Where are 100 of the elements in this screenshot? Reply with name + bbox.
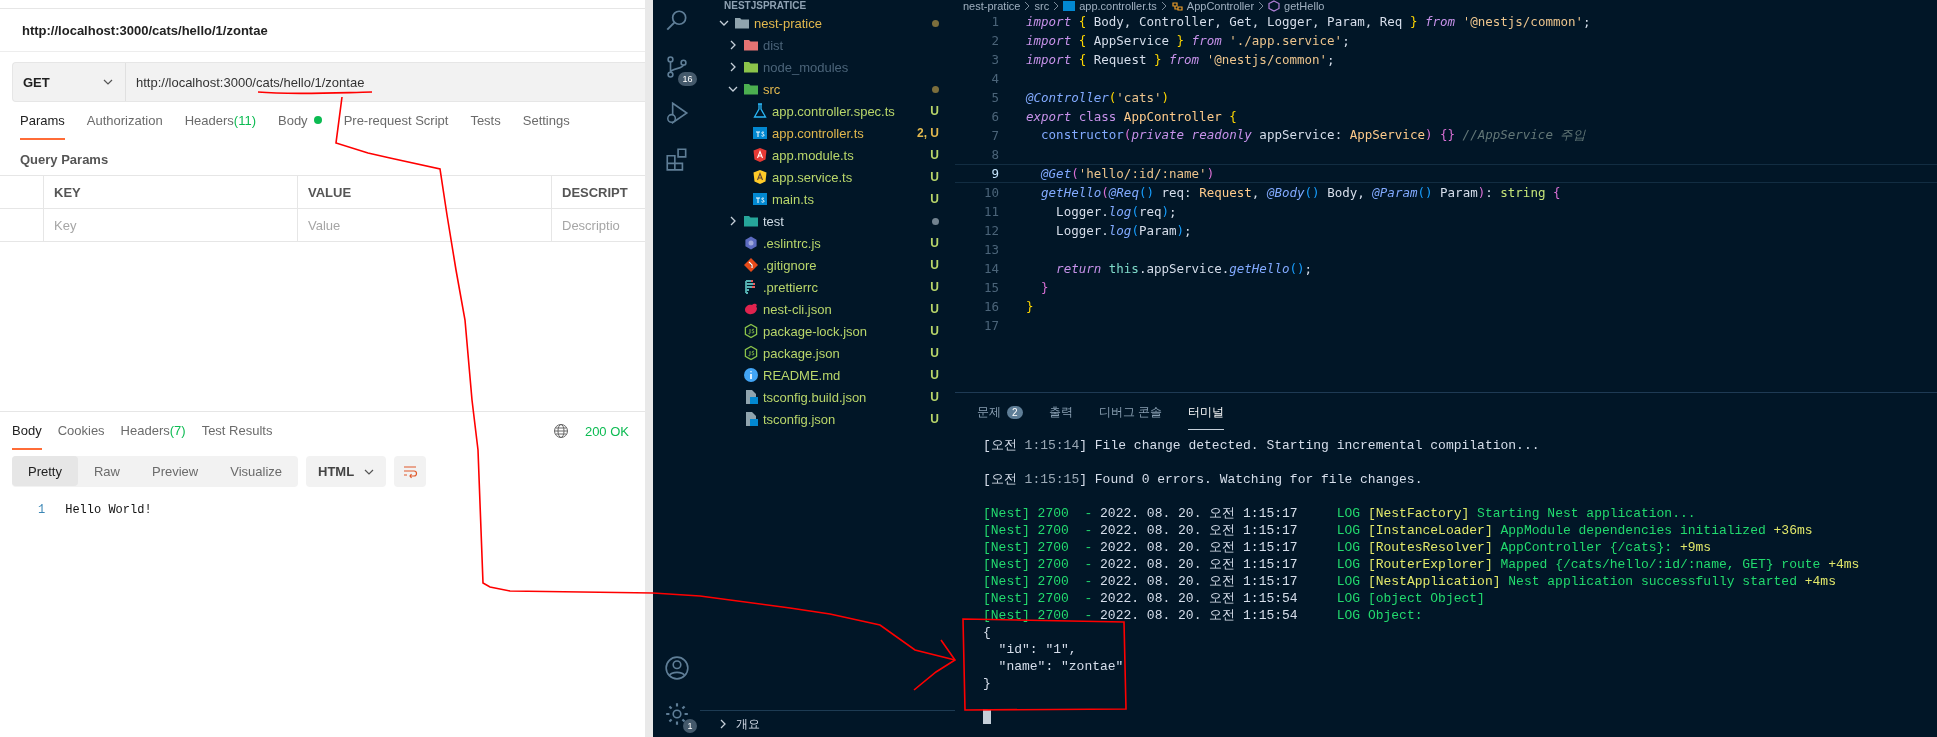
response-tab[interactable]: Headers(7) [120,412,186,450]
code-line: import { Request } from '@nestjs/common'; [1026,52,1335,67]
request-tab[interactable]: Pre-request Script [343,102,449,140]
breadcrumb-item[interactable]: src [1034,0,1050,12]
file-tree-item[interactable]: package.json [763,345,840,361]
git-status-label: U [930,148,939,162]
panel-tab[interactable]: 디버그 콘솔 [1098,396,1162,430]
chevron-icon[interactable] [728,216,738,226]
response-tab[interactable]: Body [12,412,42,450]
view-mode-tab[interactable]: Preview [136,456,215,486]
file-tree-item[interactable]: .prettierrc [763,279,818,295]
file-tree-item[interactable]: tsconfig.build.json [763,389,867,405]
file-tree-item[interactable]: src [763,81,781,97]
file-tree-item[interactable]: app.module.ts [772,147,854,163]
git-status-label: U [930,192,939,206]
file-tree-item[interactable]: app.controller.spec.ts [772,103,895,119]
flask-icon [752,103,768,119]
typescript-file-icon [752,191,768,207]
git-status-label: U [930,236,939,250]
git-status-label: U [930,280,939,294]
terminal-line: [Nest] 2700 - 2022. 08. 20. 오전 1:15:17 LOG [NestApplication] Nest application successfully started +4ms [983,574,1836,589]
account-icon[interactable] [663,655,690,681]
line-number: 9 [990,166,999,181]
line-number: 8 [990,147,999,162]
request-tab[interactable]: Tests [470,102,501,140]
terminal-line: [Nest] 2700 - 2022. 08. 20. 오전 1:15:17 LOG [RouterExplorer] Mapped {/cats/hello/:id/:name, GET} route +4ms [983,557,1860,572]
panel-tab[interactable]: 문제 2 [977,396,1023,430]
line-number: 5 [990,90,999,105]
file-tree-item[interactable]: tsconfig.json [763,411,836,427]
line-number: 6 [990,109,999,124]
code-line: import { AppService } from './app.service'; [1026,33,1350,48]
git-status-label: U [930,104,939,118]
code-line: Logger.log(Param); [1055,223,1192,238]
terminal-line: [오전 1:15:14] File change detected. Starting incremental compilation... [983,438,1540,453]
format-dropdown[interactable]: HTML [306,456,387,487]
request-tab[interactable]: Headers(11) [184,102,256,140]
terminal-line: [Nest] 2700 - 2022. 08. 20. 오전 1:15:17 LOG [NestFactory] Starting Nest application... [983,506,1696,521]
code-line: export class AppController { [1026,109,1237,124]
breadcrumb-item[interactable]: nest-pratice [963,0,1021,12]
shield-icon [752,169,768,185]
chevron-icon [1160,1,1167,11]
git-icon [743,257,759,273]
terminal-line: [Nest] 2700 - 2022. 08. 20. 오전 1:15:17 LOG [InstanceLoader] AppModule dependencies initialized +36ms [983,523,1813,538]
request-tab[interactable]: Params [20,102,65,140]
code-line: Logger.log(req); [1055,204,1177,219]
settings-icon[interactable] [663,701,690,727]
view-mode-tab[interactable]: Visualize [214,456,299,486]
file-tree-item[interactable]: .gitignore [763,257,817,273]
view-mode-tab[interactable]: Raw [77,456,136,486]
code-line: return this.appService.getHello(); [1055,261,1313,276]
chevron-icon[interactable] [728,40,738,50]
file-tree-item[interactable]: main.ts [772,191,814,207]
method-icon [1268,0,1281,12]
line-number: 14 [982,261,999,276]
panel-tab[interactable]: 출력 [1048,396,1073,430]
chevron-down-icon [364,468,375,475]
file-tree-item[interactable]: package-lock.json [763,323,868,339]
hexagon-icon [743,235,759,251]
terminal-line: [오전 1:15:15] Found 0 errors. Watching for file changes. [983,472,1423,487]
git-status-label: U [930,170,939,184]
chevron-icon [1024,1,1031,11]
response-tab[interactable]: Cookies [57,412,105,450]
view-mode-tab[interactable]: Pretty [12,456,78,486]
file-tree-item[interactable]: app.controller.ts [772,125,864,141]
globe-icon[interactable] [552,423,569,439]
folder-icon [734,15,750,31]
line-number: 17 [982,318,999,333]
request-tab[interactable]: Settings [522,102,570,140]
wrap-lines-icon [402,463,419,480]
hexagon-icon [743,345,759,361]
line-number: 4 [990,71,999,86]
file-tree-item[interactable]: app.service.ts [772,169,853,185]
line-number: 7 [990,128,999,143]
chevron-icon[interactable] [719,18,729,28]
file-icon [743,389,759,405]
folder-icon [743,81,759,97]
request-title: http://localhost:3000/cats/hello/1/zontae [0,9,645,52]
request-tab[interactable]: Authorization [86,102,163,140]
breadcrumb-item[interactable]: app.controller.ts [1079,0,1157,12]
request-tab[interactable]: Body [278,102,322,140]
file-tree-item[interactable]: nest-pratice [754,15,822,31]
explorer-title: NESTJSPRATICE [723,0,808,12]
file-tree-item[interactable]: nest-cli.json [763,301,832,317]
chevron-icon[interactable] [728,62,738,72]
breadcrumb-item[interactable]: getHello [1284,0,1325,12]
response-tab[interactable]: Test Results [201,412,273,450]
chevron-icon[interactable] [728,84,738,94]
breadcrumb-item[interactable]: AppController [1186,0,1255,12]
response-body-text: Hello World! [65,503,152,517]
git-status-label: U [930,302,939,316]
folder-icon [743,59,759,75]
git-status-label: U [930,368,939,382]
git-status-label: U [930,346,939,360]
file-tree-item[interactable]: README.md [763,367,841,383]
file-tree-item[interactable]: test [763,213,784,229]
terminal-line: "id": "1", [997,642,1077,657]
git-status-label: 2, U [917,126,939,140]
panel-tab[interactable]: 터미널 [1187,396,1224,430]
file-tree-item[interactable]: .eslintrc.js [763,235,821,251]
outline-section-header[interactable]: 개요 [700,710,955,737]
